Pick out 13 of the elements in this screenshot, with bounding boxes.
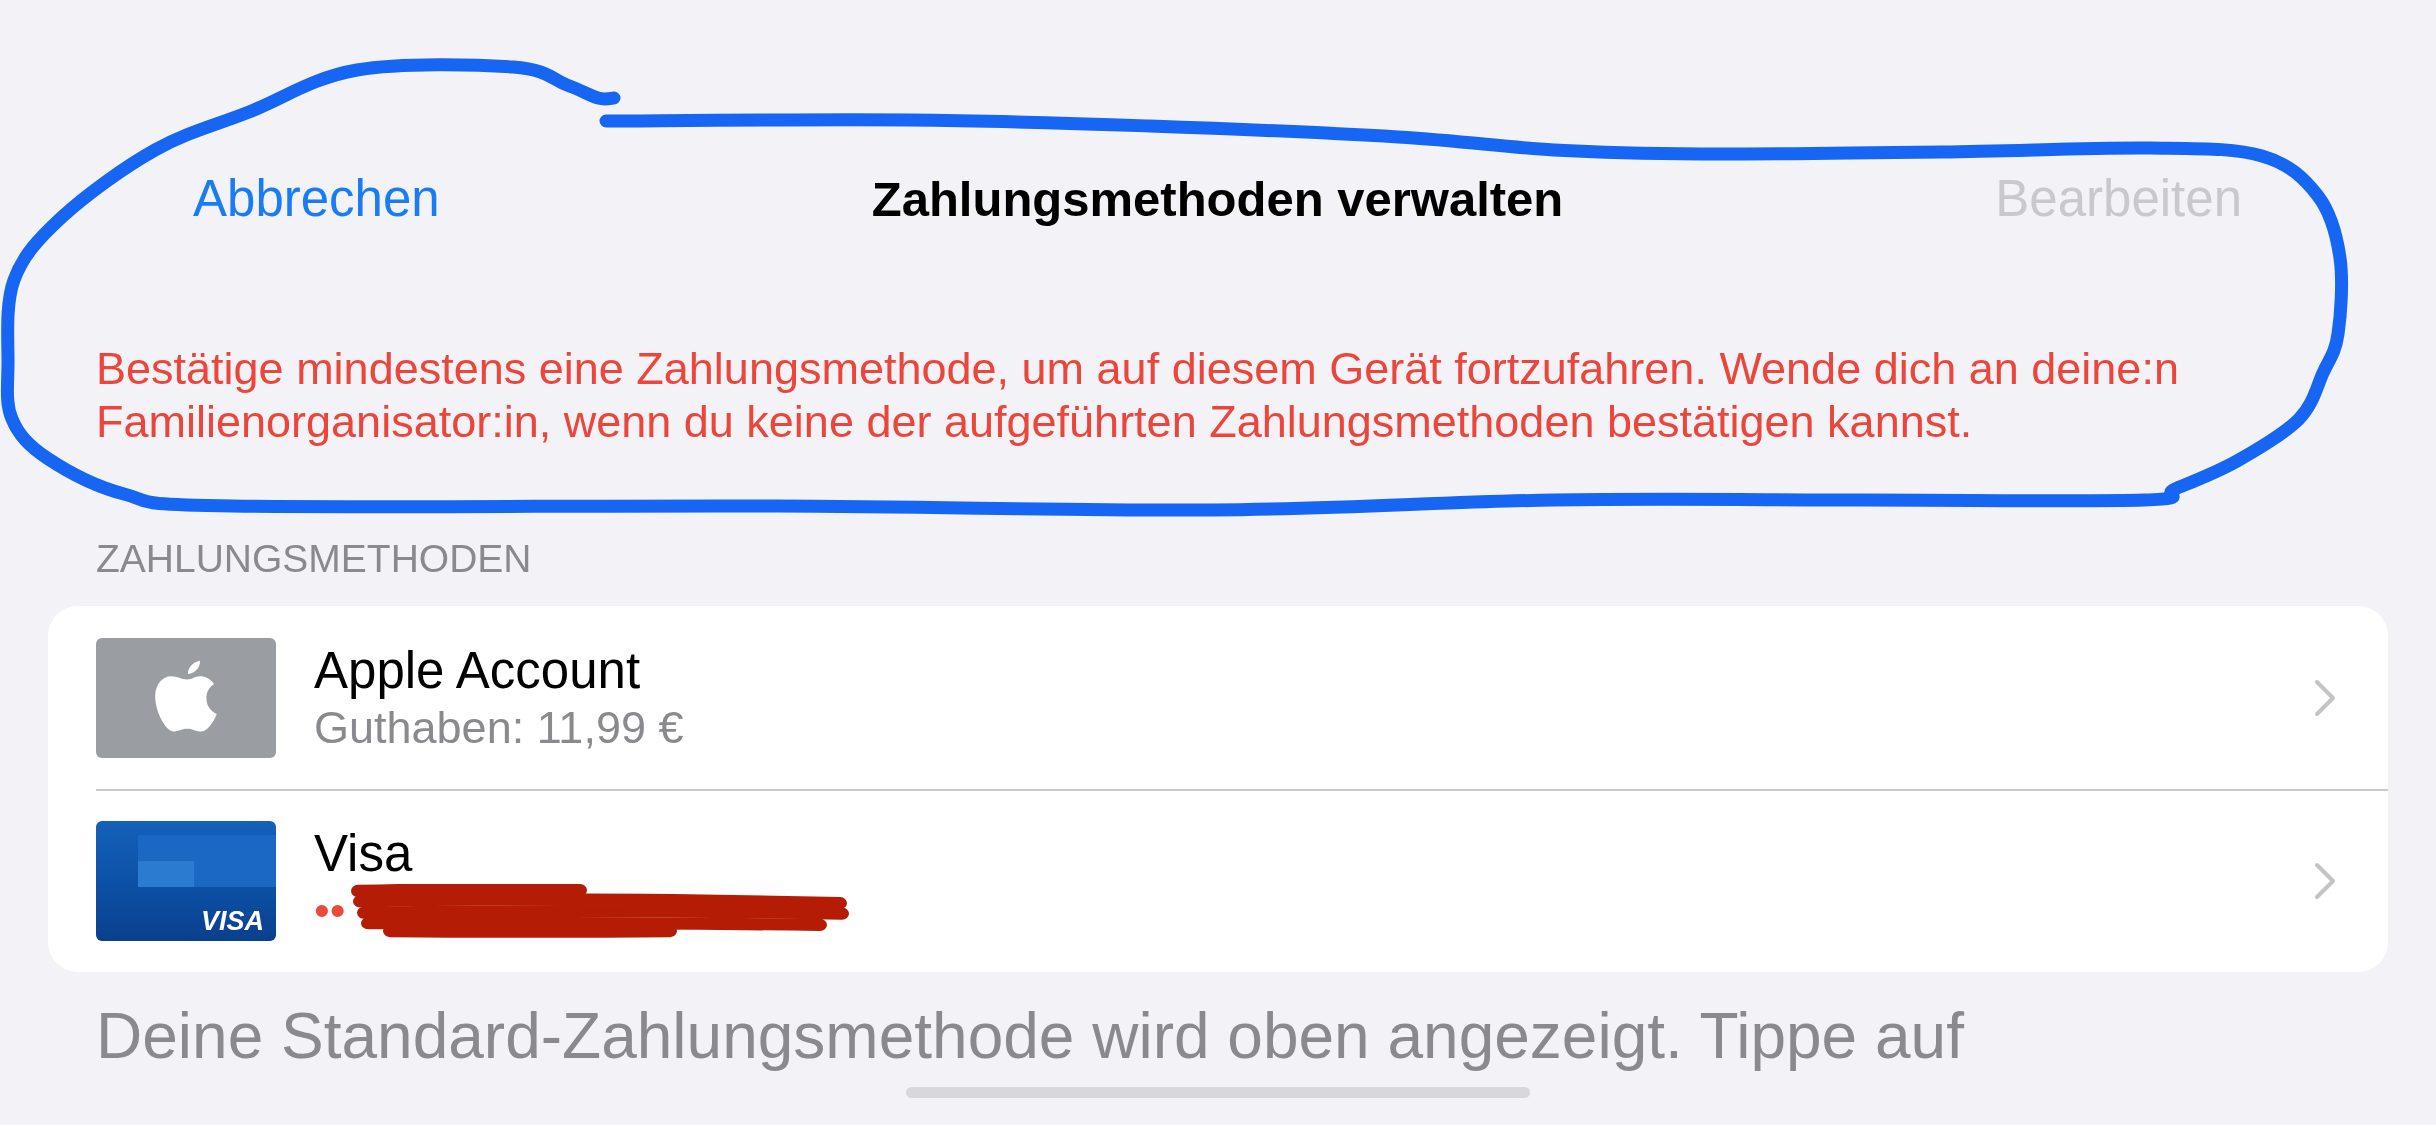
apple-logo-icon	[96, 637, 276, 758]
card-brand-text: VISA	[200, 904, 264, 937]
method-title: Visa	[314, 823, 413, 884]
section-header: ZAHLUNGSMETHODEN	[96, 536, 533, 582]
method-detail: Guthaben: 11,99 €	[314, 700, 684, 755]
method-detail: ••	[314, 883, 346, 938]
method-title: Apple Account	[314, 640, 641, 701]
footer-note: Deine Standard-Zahlungsmethode wird oben angezeigt. Tippe auf	[96, 999, 1965, 1074]
warning-message: Bestätige mindestens eine Zahlungsmethode, um auf diesem Gerät fortzufahren. Wende dich an deine:n Familienorganisator:in, wenn du keine der aufgeführten Zahlungsmethoden bestätigen kannst.	[96, 342, 2180, 448]
chevron-right-icon	[2314, 861, 2336, 900]
chevron-right-icon	[2314, 678, 2336, 717]
nav-title: Zahlungsmethoden verwalten	[871, 171, 1564, 228]
cancel-button[interactable]: Abbrechen	[193, 169, 440, 229]
